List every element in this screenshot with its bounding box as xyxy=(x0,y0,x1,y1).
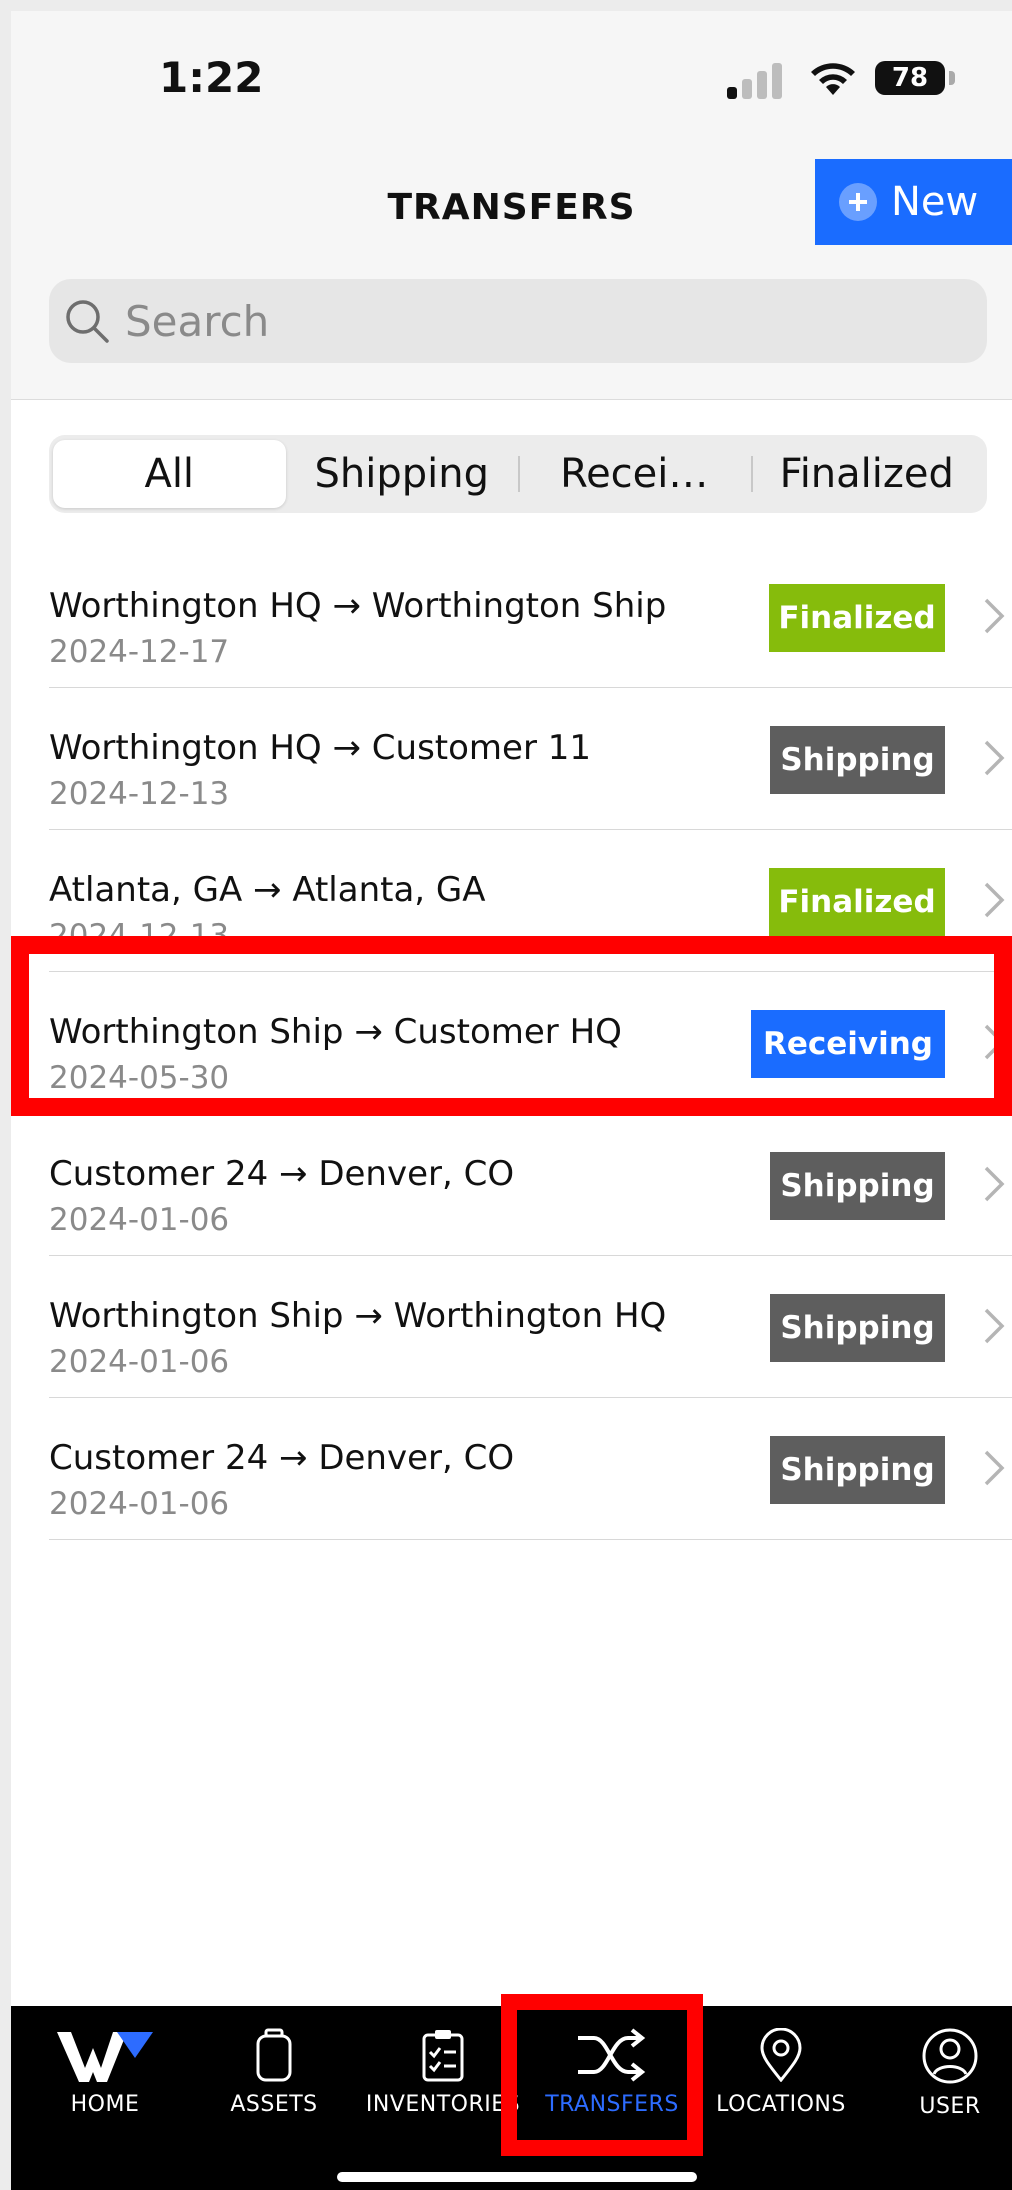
status-filter: All Shipping Recei… Finalized xyxy=(49,435,987,513)
app-screen: 1:22 78 TRANSFERS New Search All Shippin… xyxy=(11,11,1012,2190)
tab-label: TRANSFERS xyxy=(545,2092,679,2117)
transfer-date: 2024-01-06 xyxy=(49,1344,230,1380)
transfer-route: Customer 24 → Denver, CO xyxy=(49,1438,515,1478)
wifi-icon xyxy=(811,63,855,95)
chevron-right-icon xyxy=(984,882,1005,918)
screen-border-top xyxy=(0,0,1012,11)
tab-label: ASSETS xyxy=(230,2092,318,2117)
filter-all[interactable]: All xyxy=(53,440,286,508)
search-bar[interactable] xyxy=(49,279,987,363)
bottom-tab-bar: HOME ASSETS INVENTORIES TRANSFERS LOCATI… xyxy=(11,2006,1012,2190)
transfer-route: Atlanta, GA → Atlanta, GA xyxy=(49,870,486,910)
chevron-right-icon xyxy=(984,1308,1005,1344)
tab-user[interactable]: USER xyxy=(866,2006,1012,2126)
tab-inventories[interactable]: INVENTORIES xyxy=(359,2006,527,2126)
transfer-date: 2024-01-06 xyxy=(49,1202,230,1238)
status-badge: Shipping xyxy=(770,1152,945,1220)
transfer-date: 2024-05-30 xyxy=(49,1060,230,1096)
status-badge: Finalized xyxy=(769,584,945,652)
status-badge: Receiving xyxy=(751,1010,945,1078)
transfer-date: 2024-12-13 xyxy=(49,918,230,954)
transfer-date: 2024-12-17 xyxy=(49,634,230,670)
transfers-list: Worthington HQ → Worthington Ship 2024-1… xyxy=(49,546,1012,1540)
status-badge: Finalized xyxy=(769,868,945,936)
search-icon xyxy=(66,300,109,343)
chevron-right-icon xyxy=(984,598,1005,634)
transfer-route: Worthington HQ → Customer 11 xyxy=(49,728,592,768)
status-icons: 78 xyxy=(727,59,957,99)
brand-logo-icon xyxy=(57,2032,153,2082)
plus-circle-icon xyxy=(839,183,877,221)
filter-receiving[interactable]: Recei… xyxy=(518,440,751,508)
tab-transfers[interactable]: TRANSFERS xyxy=(528,2006,696,2126)
home-indicator[interactable] xyxy=(337,2172,697,2182)
search-input[interactable] xyxy=(123,295,927,347)
transfer-row[interactable]: Atlanta, GA → Atlanta, GA 2024-12-13 Fin… xyxy=(49,830,1012,972)
new-transfer-button[interactable]: New xyxy=(815,159,1012,245)
chevron-right-icon xyxy=(984,1450,1005,1486)
user-circle-icon xyxy=(922,2028,978,2084)
tab-label: HOME xyxy=(70,2092,140,2117)
transfer-row[interactable]: Worthington Ship → Customer HQ 2024-05-3… xyxy=(49,972,1012,1114)
new-button-label: New xyxy=(891,179,979,225)
chevron-right-icon xyxy=(984,740,1005,776)
tab-assets[interactable]: ASSETS xyxy=(190,2006,358,2126)
transfer-route: Customer 24 → Denver, CO xyxy=(49,1154,515,1194)
header: 1:22 78 TRANSFERS New Search xyxy=(11,11,1012,400)
battery-tip xyxy=(949,71,955,85)
clipboard-icon xyxy=(422,2030,464,2082)
screen-border-left xyxy=(0,0,11,2190)
filter-finalized[interactable]: Finalized xyxy=(750,440,984,508)
tab-locations[interactable]: LOCATIONS xyxy=(697,2006,865,2126)
status-badge: Shipping xyxy=(770,1294,945,1362)
transfer-row[interactable]: Customer 24 → Denver, CO 2024-01-06 Ship… xyxy=(49,1114,1012,1256)
transfer-date: 2024-12-13 xyxy=(49,776,230,812)
transfer-row[interactable]: Worthington HQ → Worthington Ship 2024-1… xyxy=(49,546,1012,688)
transfer-row[interactable]: Customer 24 → Denver, CO 2024-01-06 Ship… xyxy=(49,1398,1012,1540)
tab-label: USER xyxy=(919,2094,981,2119)
chevron-right-icon xyxy=(984,1024,1005,1060)
status-badge: Shipping xyxy=(770,726,945,794)
transfer-route: Worthington Ship → Worthington HQ xyxy=(49,1296,667,1336)
location-pin-icon xyxy=(760,2028,802,2082)
battery-icon: 78 xyxy=(875,61,945,95)
status-time: 1:22 xyxy=(159,53,264,102)
transfer-row[interactable]: Worthington Ship → Worthington HQ 2024-0… xyxy=(49,1256,1012,1398)
cylinder-icon xyxy=(256,2028,292,2082)
shuffle-icon xyxy=(578,2028,646,2082)
chevron-right-icon xyxy=(984,1166,1005,1202)
tab-label: INVENTORIES xyxy=(365,2092,521,2117)
filter-shipping[interactable]: Shipping xyxy=(286,440,519,508)
tab-home[interactable]: HOME xyxy=(21,2006,189,2126)
transfer-route: Worthington Ship → Customer HQ xyxy=(49,1012,622,1052)
transfer-date: 2024-01-06 xyxy=(49,1486,230,1522)
signal-icon xyxy=(727,63,783,99)
status-badge: Shipping xyxy=(770,1436,945,1504)
transfer-row[interactable]: Worthington HQ → Customer 11 2024-12-13 … xyxy=(49,688,1012,830)
transfer-route: Worthington HQ → Worthington Ship xyxy=(49,586,667,626)
tab-label: LOCATIONS xyxy=(716,2092,846,2117)
